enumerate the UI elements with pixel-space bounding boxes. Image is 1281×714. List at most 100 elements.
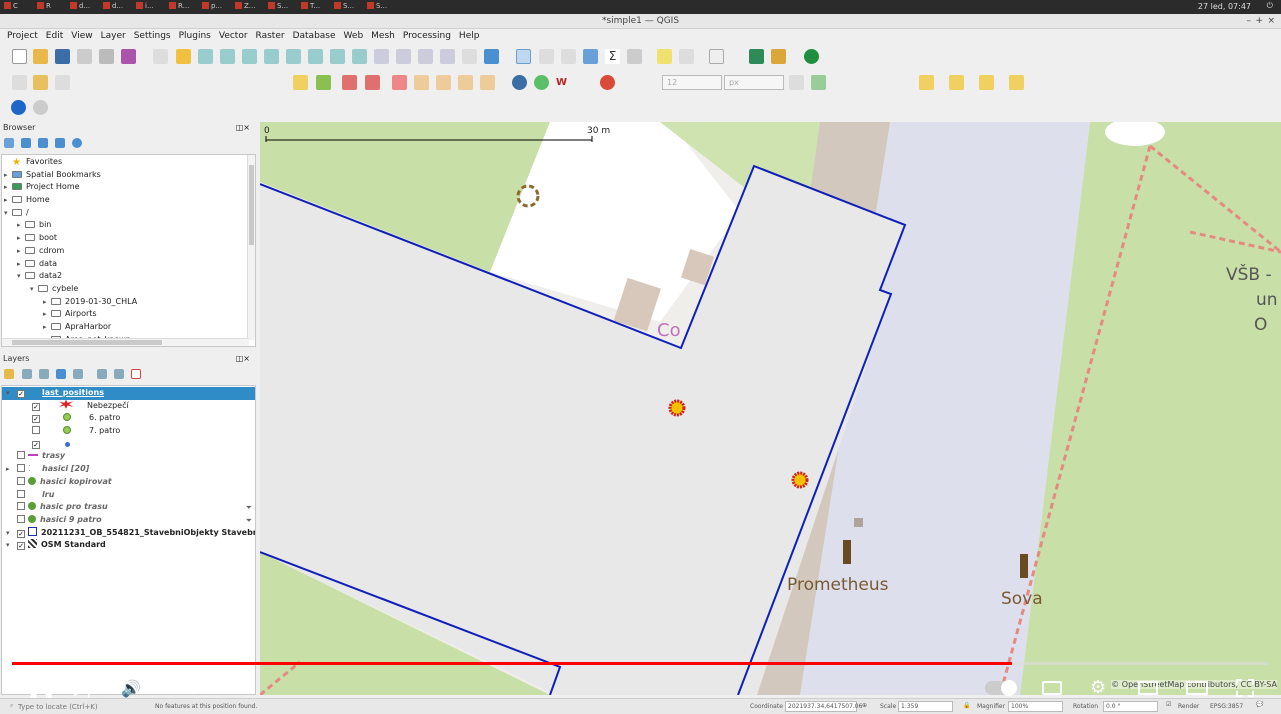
select-features-icon[interactable] bbox=[919, 75, 934, 90]
browser-hscrollbar[interactable] bbox=[2, 338, 249, 346]
add-group-icon[interactable] bbox=[22, 369, 32, 379]
layer-item[interactable]: hasici kopirovat bbox=[2, 476, 255, 489]
menu-web[interactable]: Web bbox=[340, 29, 368, 43]
browser-item[interactable]: ▸ Project Home bbox=[4, 181, 137, 194]
info-icon[interactable] bbox=[72, 138, 82, 148]
collapsed-arrow-icon[interactable]: ▸ bbox=[4, 181, 12, 194]
collapsed-arrow-icon[interactable]: ▸ bbox=[43, 296, 51, 309]
style-manager-icon[interactable] bbox=[121, 49, 136, 64]
layer-item[interactable]: hasic pro trasu ⏷ bbox=[2, 501, 255, 514]
collapse-all-icon[interactable] bbox=[55, 138, 65, 148]
layer-visibility-checkbox[interactable]: ✓ bbox=[32, 415, 40, 424]
browser-scrollbar[interactable] bbox=[247, 155, 255, 340]
menu-database[interactable]: Database bbox=[289, 29, 340, 43]
refresh-icon[interactable] bbox=[484, 49, 499, 64]
pan-icon[interactable] bbox=[153, 49, 168, 64]
browser-item[interactable]: ★ Favorites bbox=[4, 156, 137, 169]
browser-item[interactable]: ▸ 2019-01-30_CHLA bbox=[4, 296, 137, 309]
layer-visibility-checkbox[interactable]: ✓ bbox=[17, 390, 25, 398]
extents-icon[interactable]: ⊕ bbox=[862, 702, 867, 709]
layer-item[interactable]: hasici 9 patro ⏷ bbox=[2, 514, 255, 527]
layer-visibility-checkbox[interactable] bbox=[17, 464, 25, 473]
danger-marker-2[interactable] bbox=[791, 471, 809, 489]
layer-visibility-checkbox[interactable] bbox=[17, 451, 25, 460]
collapsed-arrow-icon[interactable]: ▸ bbox=[43, 308, 51, 321]
field-calculator-icon[interactable] bbox=[561, 49, 576, 64]
collapsed-arrow-icon[interactable]: ▸ bbox=[17, 232, 25, 245]
zoom-native-icon[interactable] bbox=[308, 49, 323, 64]
diagram-move-icon[interactable] bbox=[480, 75, 495, 90]
node-tool-icon[interactable] bbox=[811, 75, 826, 90]
collapsed-arrow-icon[interactable]: ▸ bbox=[17, 219, 25, 232]
vertex-tool-icon[interactable] bbox=[789, 75, 804, 90]
zoom-out-icon[interactable] bbox=[220, 49, 235, 64]
autoplay-toggle[interactable] bbox=[985, 680, 1017, 696]
collapse-all-layers-icon[interactable] bbox=[114, 369, 124, 379]
collapsed-arrow-icon[interactable]: ▸ bbox=[43, 321, 51, 334]
menu-vector[interactable]: Vector bbox=[215, 29, 252, 43]
settings-gear-icon[interactable]: ⚙ bbox=[1090, 677, 1106, 698]
browser-item[interactable]: ▸ Home bbox=[4, 194, 137, 207]
new-print-layout-icon[interactable] bbox=[77, 49, 92, 64]
statistics-icon[interactable]: Σ bbox=[605, 49, 620, 64]
layer-item[interactable]: trasy bbox=[2, 450, 255, 463]
browser-item[interactable]: ▾ data2 bbox=[4, 270, 137, 283]
layer-item[interactable]: ▾ ✓ OSM Standard bbox=[2, 539, 255, 552]
layer-item[interactable]: ✓ 6. patro bbox=[2, 412, 255, 425]
add-selected-icon[interactable] bbox=[4, 138, 14, 148]
menu-help[interactable]: Help bbox=[455, 29, 484, 43]
system-tab[interactable]: i... bbox=[136, 2, 168, 12]
layer-visibility-checkbox[interactable]: ✓ bbox=[32, 402, 40, 411]
maximize-button[interactable]: + bbox=[1255, 14, 1263, 29]
identify-icon[interactable] bbox=[516, 49, 531, 64]
menu-view[interactable]: View bbox=[67, 29, 96, 43]
menu-raster[interactable]: Raster bbox=[252, 29, 289, 43]
danger-marker-1[interactable] bbox=[668, 399, 686, 417]
video-progress-track[interactable] bbox=[12, 662, 1268, 665]
miniplayer-icon[interactable] bbox=[1138, 681, 1158, 695]
collapsed-arrow-icon[interactable]: ▸ bbox=[17, 245, 25, 258]
menu-settings[interactable]: Settings bbox=[130, 29, 175, 43]
wkt-icon[interactable]: W bbox=[556, 75, 571, 90]
menu-plugins[interactable]: Plugins bbox=[175, 29, 215, 43]
expanded-arrow-icon[interactable]: ▾ bbox=[4, 207, 12, 220]
filter-legend-icon[interactable] bbox=[56, 369, 66, 379]
browser-item[interactable]: ▸ data bbox=[4, 258, 137, 271]
menu-mesh[interactable]: Mesh bbox=[367, 29, 399, 43]
label-rotate-icon[interactable] bbox=[414, 75, 429, 90]
zoom-full-icon[interactable] bbox=[242, 49, 257, 64]
system-tab[interactable]: S... bbox=[268, 2, 300, 12]
select-icon[interactable] bbox=[679, 49, 694, 64]
select-by-value-icon[interactable] bbox=[949, 75, 964, 90]
style-panel-icon[interactable] bbox=[4, 369, 14, 379]
volume-icon[interactable]: 🔊 bbox=[121, 679, 141, 699]
label-pin-icon[interactable] bbox=[342, 75, 357, 90]
power-icon[interactable]: ⏻ bbox=[1267, 1, 1273, 11]
plugin-search-icon[interactable] bbox=[749, 49, 764, 64]
filter-expression-icon[interactable] bbox=[73, 369, 83, 379]
system-tab[interactable]: R... bbox=[169, 2, 201, 12]
render-checkbox[interactable]: ☑ bbox=[1166, 701, 1171, 708]
processing-toolbox-icon[interactable] bbox=[583, 49, 598, 64]
menu-edit[interactable]: Edit bbox=[42, 29, 67, 43]
magnifier-field[interactable]: 100% bbox=[1008, 701, 1063, 712]
zoom-last-icon[interactable] bbox=[330, 49, 345, 64]
label-move-icon[interactable] bbox=[392, 75, 407, 90]
layer-item[interactable]: ▾ ✓ 20211231_OB_554821_StavebniObjekty Sta… bbox=[2, 526, 255, 540]
expanded-arrow-icon[interactable]: ▾ bbox=[30, 283, 38, 296]
label-style-icon[interactable] bbox=[316, 75, 331, 90]
plugin-tool-icon[interactable] bbox=[771, 49, 786, 64]
browser-item[interactable]: ▾ / bbox=[4, 207, 137, 220]
system-tab[interactable]: C bbox=[4, 2, 36, 12]
layer-item[interactable]: ▾ ✓ last_positions bbox=[2, 387, 255, 400]
snapping-magnet-icon[interactable] bbox=[600, 75, 615, 90]
remove-layer-icon[interactable] bbox=[131, 369, 141, 379]
browser-close-icon[interactable]: ◫× bbox=[236, 123, 250, 132]
layout-manager-icon[interactable] bbox=[99, 49, 114, 64]
layer-visibility-checkbox[interactable] bbox=[17, 502, 25, 511]
locator-search-input[interactable] bbox=[18, 701, 138, 712]
lock-icon[interactable]: 🔒 bbox=[963, 702, 970, 709]
layer-visibility-checkbox[interactable]: ✓ bbox=[17, 542, 25, 551]
browser-item[interactable]: ▸ Airports bbox=[4, 308, 137, 321]
deselect-icon[interactable] bbox=[979, 75, 994, 90]
